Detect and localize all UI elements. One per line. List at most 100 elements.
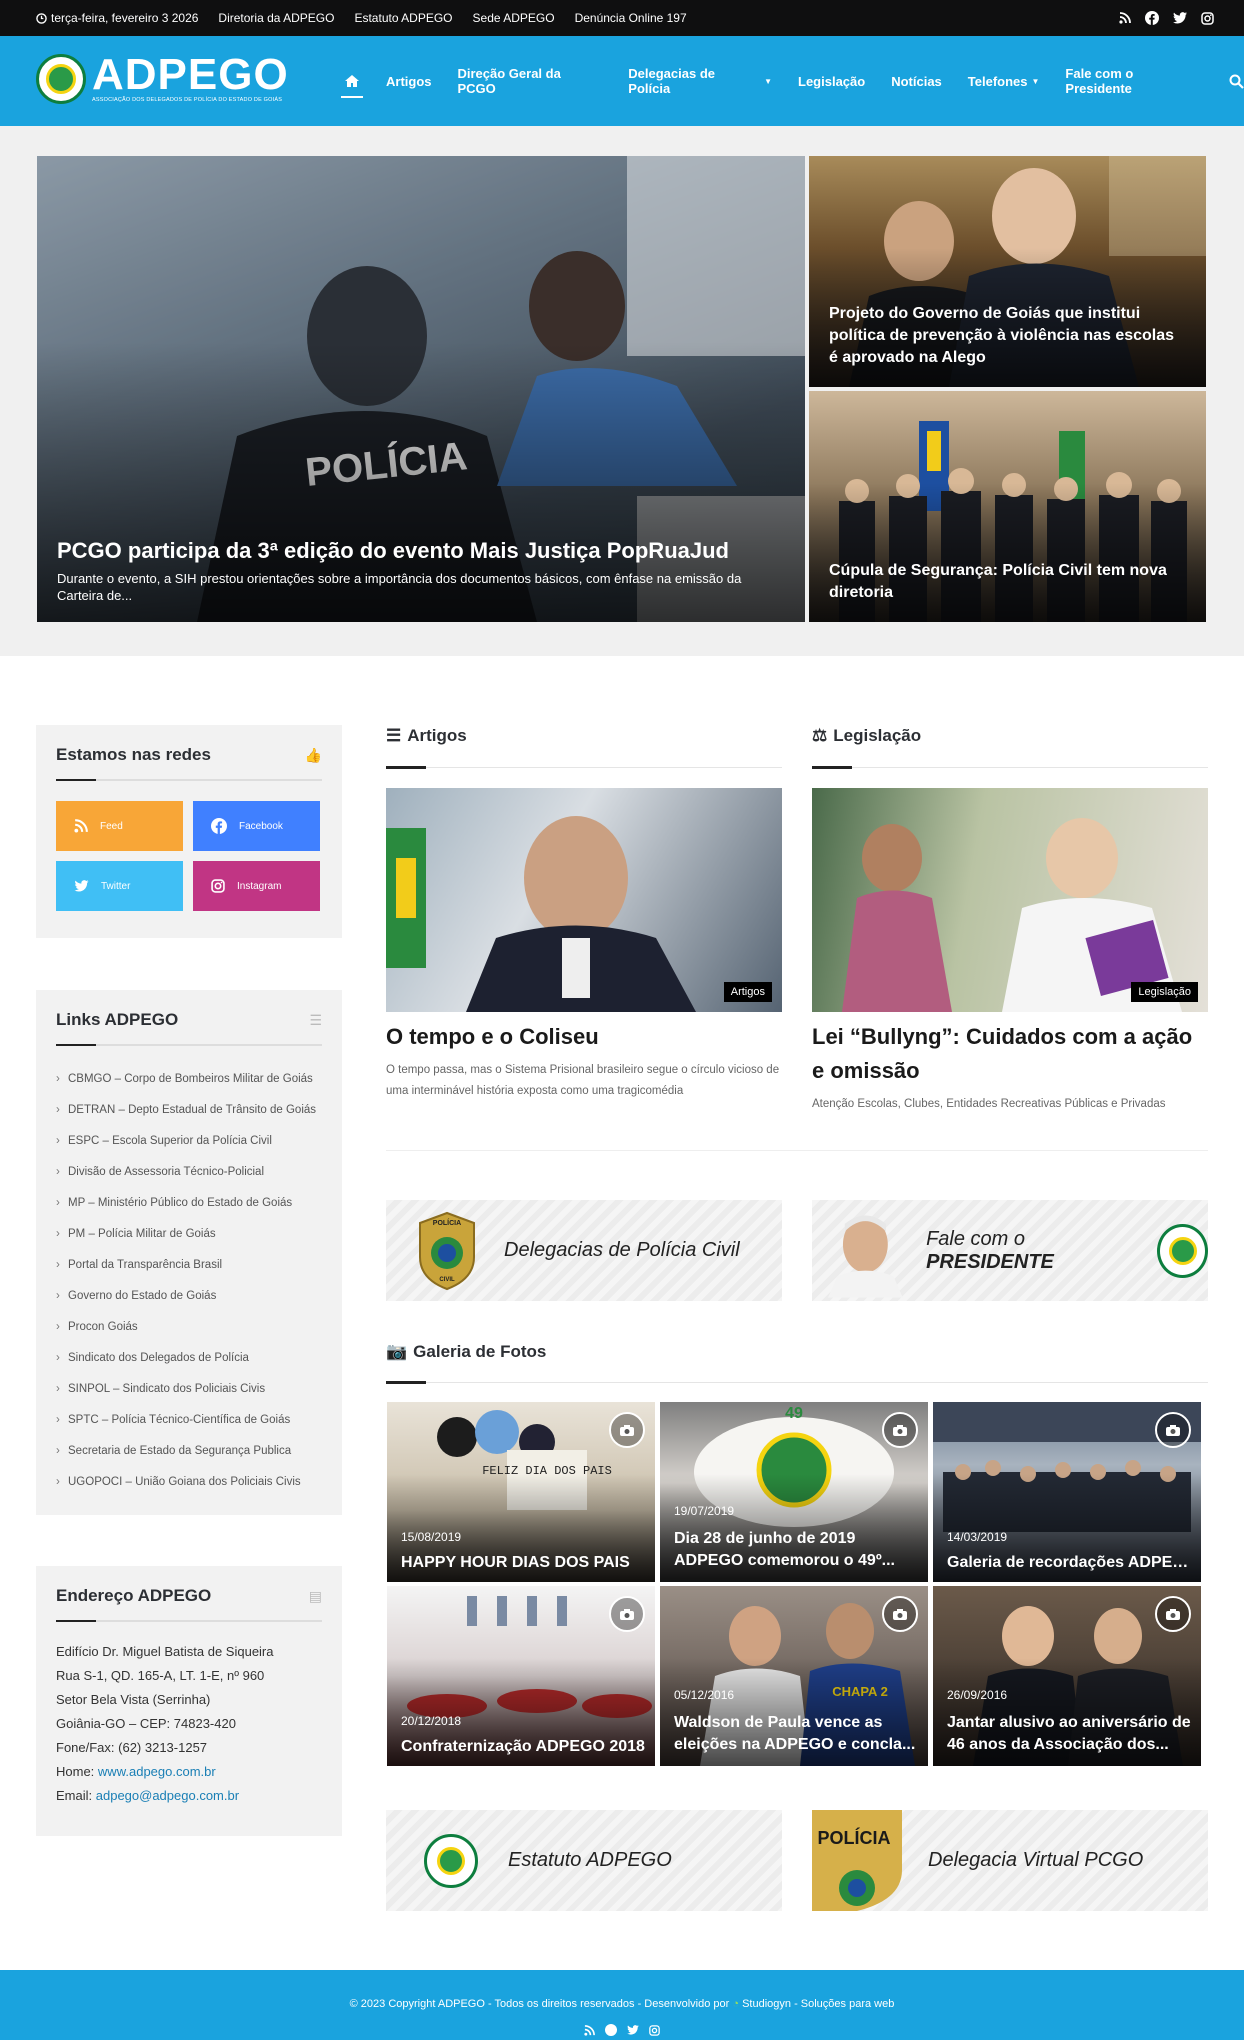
links-list: CBMGO – Corpo de Bombeiros Militar de Go… [56,1064,322,1498]
logo-text-block: ADPEGO ASSOCIAÇÃO DOS DELEGADOS DE POLÍC… [92,53,289,104]
link-divisao-assessoria[interactable]: Divisão de Assessoria Técnico-Policial [56,1157,322,1188]
main-header: ADPEGO ASSOCIAÇÃO DOS DELEGADOS DE POLÍC… [0,36,1244,126]
email-link[interactable]: adpego@adpego.com.br [96,1788,239,1803]
galeria-divider [386,1381,1208,1384]
instagram-button[interactable]: Instagram [193,861,320,911]
artigos-badge[interactable]: Artigos [723,982,772,1002]
section-legislacao-heading: ⚖ Legislação [812,726,921,746]
topbar-link-sede[interactable]: Sede ADPEGO [473,11,555,25]
link-ssp[interactable]: Secretaria de Estado da Segurança Public… [56,1436,322,1467]
facebook-icon [211,818,227,834]
topbar-link-diretoria[interactable]: Diretoria da ADPEGO [218,11,334,25]
gallery-date: 26/09/2016 [947,1688,1008,1702]
link-pm[interactable]: PM – Polícia Militar de Goiás [56,1219,322,1250]
nav-artigos[interactable]: Artigos [386,74,432,89]
link-sptc[interactable]: SPTC – Polícia Técnico-Científica de Goi… [56,1405,322,1436]
gallery-item[interactable]: 49 19/07/2019 Dia 28 de junho de 2019 AD… [660,1402,928,1582]
footer-tagline: - Soluções para web [794,1998,895,2010]
gallery-title[interactable]: HAPPY HOUR DIAS DOS PAIS [401,1554,645,1572]
link-ugopoci[interactable]: UGOPOCI – União Goiana dos Policiais Civ… [56,1467,322,1498]
nav-noticias[interactable]: Notícias [891,74,942,89]
gallery-item[interactable]: 26/09/2016 Jantar alusivo ao aniversário… [933,1586,1201,1766]
hero-side-title-1[interactable]: Projeto do Governo de Goiás que institui… [829,303,1186,369]
nav-home[interactable] [341,36,363,126]
studiogyn-link[interactable]: Studiogyn [742,1998,791,2010]
link-mp[interactable]: MP – Ministério Público do Estado de Goi… [56,1188,322,1219]
link-espc[interactable]: ESPC – Escola Superior da Polícia Civil [56,1126,322,1157]
gallery-title[interactable]: Waldson de Paula vence as eleições na AD… [674,1712,918,1756]
gallery-title[interactable]: Confraternização ADPEGO 2018 [401,1738,645,1756]
artigos-post-title[interactable]: O tempo e o Coliseu [386,1020,782,1054]
site-logo[interactable]: ADPEGO ASSOCIAÇÃO DOS DELEGADOS DE POLÍC… [36,53,289,104]
nav-direcao[interactable]: Direção Geral da PCGO [458,66,603,96]
president-portrait [828,1215,903,1298]
gallery-title[interactable]: Dia 28 de junho de 2019 ADPEGO comemorou… [674,1528,918,1572]
search-icon[interactable] [1229,74,1244,89]
camera-icon [882,1412,918,1448]
legislacao-image[interactable]: Legislação [812,788,1208,1012]
gallery-item[interactable]: 20/12/2018 Confraternização ADPEGO 2018 [387,1586,655,1766]
legislacao-badge[interactable]: Legislação [1131,982,1198,1002]
hero-main-post[interactable]: POLÍCIA PCGO participa da 3ª edição do e… [37,156,805,622]
nav-telefones[interactable]: Telefones ▼ [968,74,1040,89]
rss-icon[interactable] [1119,12,1131,24]
hero-side-post-2[interactable]: Cúpula de Segurança: Polícia Civil tem n… [809,391,1206,622]
widget-address-title: Endereço ADPEGO [56,1586,212,1605]
nav-delegacias[interactable]: Delegacias de Polícia ▼ [628,66,772,96]
link-transparencia[interactable]: Portal da Transparência Brasil [56,1250,322,1281]
facebook-button[interactable]: Facebook [193,801,320,851]
legislacao-post-title[interactable]: Lei “Bullyng”: Cuidados com a ação e omi… [812,1020,1208,1088]
camera-icon: 📷 [386,1342,408,1361]
gallery-item[interactable]: CHAPA 2 05/12/2016 Waldson de Paula venc… [660,1586,928,1766]
twitter-icon[interactable] [627,2024,639,2036]
hero-side-post-1[interactable]: Projeto do Governo de Goiás que institui… [809,156,1206,387]
topbar-link-estatuto[interactable]: Estatuto ADPEGO [354,11,452,25]
topbar-link-denuncia[interactable]: Denúncia Online 197 [575,11,687,25]
gallery-title[interactable]: Jantar alusivo ao aniversário de 46 anos… [947,1712,1191,1756]
hero-side-title-2[interactable]: Cúpula de Segurança: Polícia Civil tem n… [829,560,1186,604]
twitter-button[interactable]: Twitter [56,861,183,911]
artigos-heading-text: Artigos [407,726,467,745]
instagram-icon[interactable] [1201,11,1214,25]
feed-button[interactable]: Feed [56,801,183,851]
home-label: Home: [56,1764,95,1779]
link-cbmgo[interactable]: CBMGO – Corpo de Bombeiros Militar de Go… [56,1064,322,1095]
home-link[interactable]: www.adpego.com.br [98,1764,216,1779]
artigos-post-excerpt: O tempo passa, mas o Sistema Prisional b… [386,1064,780,1097]
gallery-date: 20/12/2018 [401,1714,462,1728]
banner-estatuto[interactable]: Estatuto ADPEGO [386,1810,782,1911]
link-detran[interactable]: DETRAN – Depto Estadual de Trânsito de G… [56,1095,322,1126]
link-sindicato-delegados[interactable]: Sindicato dos Delegados de Polícia [56,1343,322,1374]
link-procon[interactable]: Procon Goiás [56,1312,322,1343]
link-governo[interactable]: Governo do Estado de Goiás [56,1281,322,1312]
gallery-date: 15/08/2019 [401,1530,462,1544]
gallery-item[interactable]: FELIZ DIA DOS PAIS 15/08/2019 HAPPY HOUR… [387,1402,655,1582]
artigos-divider [386,766,782,769]
camera-icon [882,1596,918,1632]
banner-delegacia-virtual[interactable]: POLÍCIA Delegacia Virtual PCGO [812,1810,1208,1911]
gallery-item[interactable]: 14/03/2019 Galeria de recordações ADPEGO [933,1402,1201,1582]
hero-main-title[interactable]: PCGO participa da 3ª edição do evento Ma… [57,537,785,564]
nav-legislacao[interactable]: Legislação [798,74,865,89]
rss-icon[interactable] [584,2024,595,2036]
facebook-icon[interactable] [1145,11,1159,25]
email-label: Email: [56,1788,93,1803]
top-bar: terça-feira, fevereiro 3 2026 Diretoria … [0,0,1244,36]
link-sinpol[interactable]: SINPOL – Sindicato dos Policiais Civis [56,1374,322,1405]
facebook-icon[interactable] [605,2024,617,2036]
address-line: Rua S-1, QD. 165-A, LT. 1-E, nº 960 [56,1668,265,1683]
artigos-image[interactable]: Artigos [386,788,782,1012]
instagram-icon[interactable] [649,2024,660,2036]
chevron-down-icon: ▼ [1031,76,1040,86]
current-date: terça-feira, fevereiro 3 2026 [51,11,199,25]
address-line: Goiânia-GO – CEP: 74823-420 [56,1716,236,1731]
gallery-title[interactable]: Galeria de recordações ADPEGO [947,1554,1191,1572]
nav-presidente[interactable]: Fale com o Presidente [1065,66,1203,96]
banner-presidente[interactable]: Fale com o PRESIDENTE [812,1200,1208,1301]
address-line: Fone/Fax: (62) 3213-1257 [56,1740,208,1755]
scale-icon: ⚖ [812,726,828,745]
widget-social-divider [56,779,322,781]
banner-delegacias[interactable]: POLÍCIA CIVIL Delegacias de Polícia Civi… [386,1200,782,1301]
feed-label: Feed [100,820,123,832]
twitter-icon[interactable] [1173,12,1187,24]
